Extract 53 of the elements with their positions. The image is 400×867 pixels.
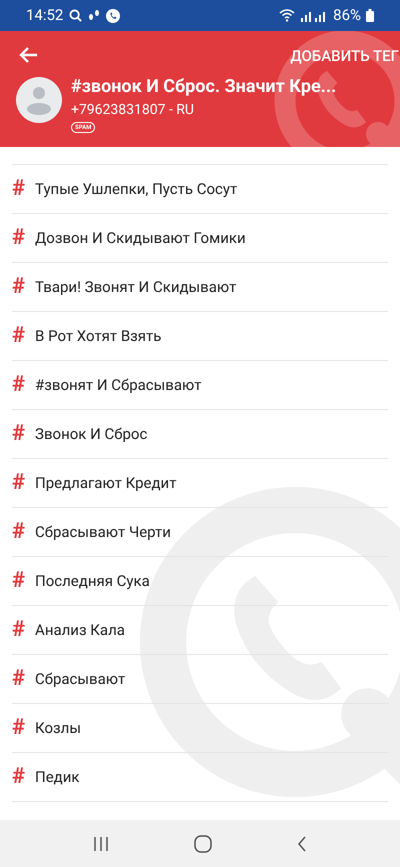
status-time: 14:52	[26, 5, 64, 26]
hash-icon: #	[12, 521, 26, 543]
contact-title: #звонок И Сброс. Значит Кре...	[71, 74, 336, 98]
tag-label: Дозвон И Скидывают Гомики	[35, 228, 246, 249]
phone-number: +79623831807 - RU	[71, 100, 196, 120]
hash-icon: #	[12, 227, 26, 249]
hash-icon: #	[12, 472, 26, 494]
wifi-icon	[279, 9, 296, 22]
hash-icon: #	[12, 374, 26, 396]
tag-row[interactable]: # Тупые Ушлепки, Пусть Сосут	[12, 165, 388, 214]
tag-row[interactable]: # Твари! Звонят И Скидывают	[12, 263, 388, 312]
tag-row[interactable]: # #звонят И Сбрасывают	[12, 361, 388, 410]
back-arrow-icon	[18, 46, 38, 64]
tag-label: В Рот Хотят Взять	[35, 326, 162, 347]
tag-label: Сбрасывают Черти	[35, 522, 171, 543]
tag-label: Тупые Ушлепки, Пусть Сосут	[35, 178, 238, 200]
battery-icon	[366, 9, 374, 22]
home-icon[interactable]	[194, 834, 212, 852]
tag-label: Педик	[35, 766, 80, 788]
hash-icon: #	[12, 178, 26, 200]
phone-icon	[106, 8, 120, 22]
hash-icon: #	[12, 668, 26, 690]
tag-row[interactable]: # Предлагают Кредит	[12, 459, 388, 508]
tag-label: Сбрасывают	[35, 668, 126, 690]
hash-icon: #	[12, 570, 26, 592]
tag-row[interactable]: # Последняя Сука	[12, 557, 388, 606]
back-icon[interactable]	[297, 836, 308, 852]
tag-label: Твари! Звонят И Скидывают	[35, 276, 236, 298]
tag-label: #звонят И Сбрасывают	[35, 374, 202, 396]
tag-label: Козлы	[35, 718, 81, 739]
tag-row[interactable]: # Сбрасывают Черти	[12, 508, 388, 557]
tag-label: Звонок И Сброс	[35, 424, 148, 445]
search-icon	[69, 9, 82, 22]
tag-row[interactable]: # Педик	[12, 753, 388, 802]
hash-icon: #	[12, 766, 26, 788]
person-icon	[25, 84, 53, 114]
tag-label: Анализ Кала	[35, 620, 125, 641]
tag-row[interactable]: # Дозвон И Скидывают Гомики	[12, 214, 388, 263]
tag-row[interactable]: # Анализ Кала	[12, 606, 388, 655]
hash-icon: #	[12, 276, 26, 298]
battery-percent: 86%	[333, 5, 361, 26]
hash-icon: #	[12, 619, 26, 641]
hash-icon: #	[12, 717, 26, 739]
tag-label: Последняя Сука	[35, 570, 150, 592]
tag-row[interactable]: # Сбрасывают	[12, 655, 388, 704]
hash-icon: #	[12, 423, 26, 445]
tag-row[interactable]: # Козлы	[12, 704, 388, 753]
recent-apps-icon[interactable]	[92, 836, 109, 852]
tag-row[interactable]: # Звонок И Сброс	[12, 410, 388, 459]
hash-icon: #	[12, 325, 26, 347]
footprints-icon	[88, 9, 100, 22]
tag-row[interactable]: # В Рот Хотят Взять	[12, 312, 388, 361]
tag-label: Предлагают Кредит	[35, 472, 176, 494]
